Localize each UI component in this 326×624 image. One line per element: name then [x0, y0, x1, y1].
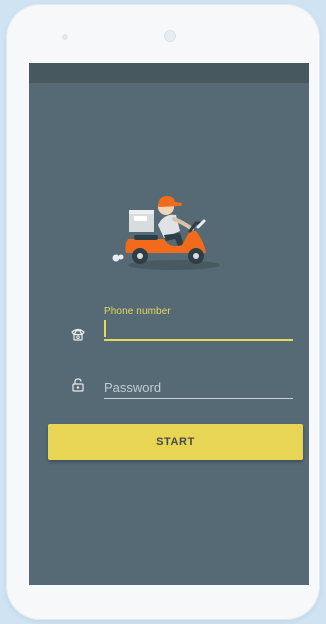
start-button[interactable]: START [48, 424, 303, 460]
status-bar [29, 63, 309, 83]
front-camera [164, 30, 176, 42]
password-underline [104, 398, 293, 399]
phone-number-label: Phone number [104, 306, 171, 317]
app-screen: Phone number START [29, 63, 309, 585]
password-input[interactable] [104, 376, 293, 398]
password-field[interactable] [104, 376, 293, 399]
unlock-icon [69, 376, 87, 394]
phone-icon [69, 325, 87, 343]
delivery-scooter-icon [112, 196, 220, 270]
phone-number-underline [104, 339, 293, 341]
phone-number-input[interactable] [104, 317, 293, 339]
phone-device-frame: Phone number START [6, 4, 320, 620]
hero-illustration [29, 183, 309, 273]
sensor-dot [62, 34, 68, 40]
text-cursor [104, 320, 106, 337]
phone-number-field[interactable]: Phone number [104, 306, 293, 341]
